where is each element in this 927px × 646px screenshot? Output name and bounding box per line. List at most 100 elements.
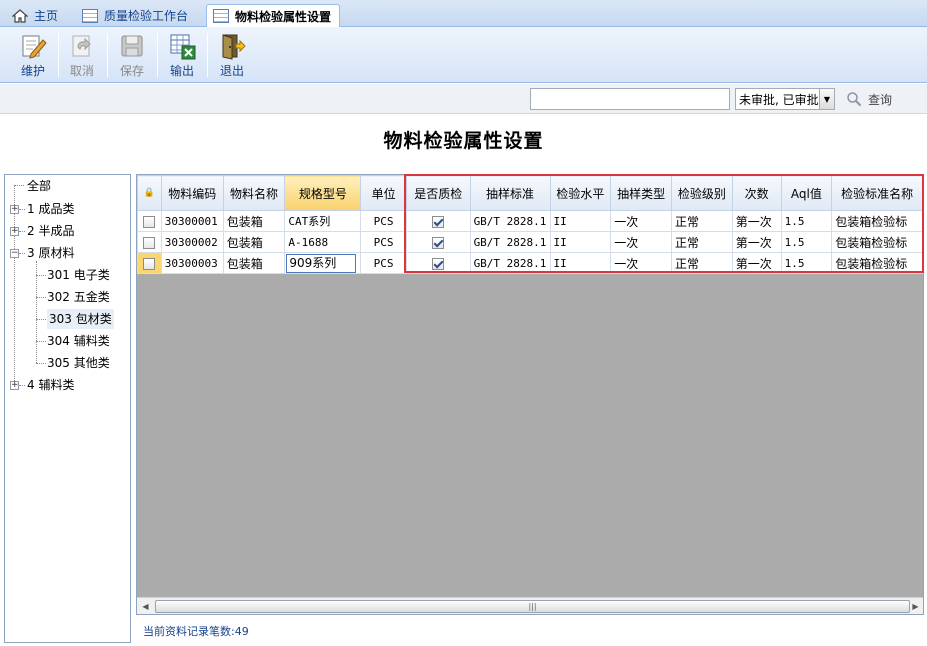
- cell-aql[interactable]: 1.5: [780, 210, 833, 232]
- cell-inspection-level[interactable]: II: [549, 210, 612, 232]
- cell-sampling-standard[interactable]: GB/T 2828.1: [469, 252, 551, 274]
- cell-times[interactable]: 第一次: [731, 231, 782, 253]
- cell-aql[interactable]: 1.5: [780, 252, 833, 274]
- cell-sampling-standard[interactable]: GB/T 2828.1: [469, 231, 551, 253]
- tab-quality-workbench[interactable]: 质量检验工作台: [76, 4, 196, 27]
- cell-standard-name[interactable]: 包装箱检验标: [831, 252, 923, 274]
- col-header-times[interactable]: 次数: [731, 175, 782, 211]
- col-header-inspection-grade[interactable]: 检验级别: [671, 175, 733, 211]
- cell-times[interactable]: 第一次: [731, 252, 782, 274]
- cell-standard-name[interactable]: 包装箱检验标: [831, 231, 923, 253]
- col-header-inspection-level[interactable]: 检验水平: [549, 175, 612, 211]
- cell-sampling-type[interactable]: 一次: [610, 252, 673, 274]
- query-button[interactable]: 查询: [846, 89, 892, 109]
- grid-header-row: 🔒 物料编码 物料名称 规格型号 单位 是否质检 抽样标准 检验水平 抽样类型 …: [137, 175, 923, 211]
- cell-qc-checkbox[interactable]: [405, 252, 471, 274]
- cell-code[interactable]: 30300003: [160, 252, 224, 274]
- spec-edit-input[interactable]: 909系列: [286, 253, 357, 273]
- toolbar: 维护 取消 保存 输出 退出: [0, 27, 927, 83]
- cancel-button[interactable]: 取消: [59, 30, 105, 80]
- tree-node-auxiliary[interactable]: 4 辅料类: [27, 375, 74, 395]
- tree-node-302[interactable]: 302 五金类: [47, 287, 110, 307]
- cell-unit[interactable]: PCS: [360, 231, 407, 253]
- col-header-standard-name[interactable]: 检验标准名称: [831, 175, 923, 211]
- cell-standard-name[interactable]: 包装箱检验标: [831, 210, 923, 232]
- expand-plus-icon[interactable]: +: [10, 227, 19, 236]
- export-label: 输出: [169, 64, 194, 78]
- row-select-checkbox[interactable]: [137, 210, 162, 232]
- tree-node-raw-materials[interactable]: 3 原材料: [27, 243, 74, 263]
- approval-status-select[interactable]: 未审批, 已审批 ▼: [735, 88, 835, 110]
- col-header-sampling-standard[interactable]: 抽样标准: [469, 175, 551, 211]
- save-icon: [121, 35, 143, 57]
- cell-name[interactable]: 包装箱: [222, 210, 286, 232]
- table-row[interactable]: 30300002 包装箱 A-1688 PCS GB/T 2828.1 II 一…: [137, 231, 923, 253]
- tree-node-finished-goods[interactable]: 1 成品类: [27, 199, 74, 219]
- cell-unit[interactable]: PCS: [360, 210, 407, 232]
- tree-node-301[interactable]: 301 电子类: [47, 265, 110, 285]
- exit-button[interactable]: 退出: [209, 30, 255, 80]
- save-button[interactable]: 保存: [109, 30, 155, 80]
- row-select-checkbox[interactable]: [137, 252, 162, 274]
- cell-spec[interactable]: A-1688: [284, 231, 362, 253]
- col-header-name[interactable]: 物料名称: [222, 175, 286, 211]
- tree-node-semi-finished[interactable]: 2 半成品: [27, 221, 74, 241]
- grid-table: 🔒 物料编码 物料名称 规格型号 单位 是否质检 抽样标准 检验水平 抽样类型 …: [137, 175, 923, 274]
- tree-node-303[interactable]: 303 包材类: [47, 309, 114, 329]
- tree-node-305[interactable]: 305 其他类: [47, 353, 110, 373]
- maintain-button[interactable]: 维护: [10, 30, 56, 80]
- table-row[interactable]: 30300001 包装箱 CAT系列 PCS GB/T 2828.1 II 一次…: [137, 210, 923, 232]
- cell-sampling-standard[interactable]: GB/T 2828.1: [469, 210, 551, 232]
- row-select-checkbox[interactable]: [137, 231, 162, 253]
- cell-aql[interactable]: 1.5: [780, 231, 833, 253]
- col-header-sampling-type[interactable]: 抽样类型: [610, 175, 673, 211]
- cell-spec[interactable]: CAT系列: [284, 210, 362, 232]
- col-header-unit[interactable]: 单位: [360, 175, 407, 211]
- cell-inspection-grade[interactable]: 正常: [671, 210, 733, 232]
- checkbox-checked-icon[interactable]: [432, 215, 445, 228]
- tab-home[interactable]: 主页: [6, 4, 66, 27]
- cell-unit[interactable]: PCS: [360, 252, 407, 274]
- cell-sampling-type[interactable]: 一次: [610, 231, 673, 253]
- table-row[interactable]: 30300003 包装箱 909系列 PCS GB/T 2828.1 II 一次…: [137, 252, 923, 274]
- cell-inspection-grade[interactable]: 正常: [671, 252, 733, 274]
- cell-inspection-level[interactable]: II: [549, 252, 612, 274]
- cell-qc-checkbox[interactable]: [405, 210, 471, 232]
- col-header-qc[interactable]: 是否质检: [405, 175, 471, 211]
- checkbox-checked-icon[interactable]: [432, 236, 445, 249]
- cell-code[interactable]: 30300001: [160, 210, 224, 232]
- toolbar-divider: [207, 33, 208, 77]
- grid-icon: [82, 8, 98, 23]
- cell-name[interactable]: 包装箱: [222, 231, 286, 253]
- expand-plus-icon[interactable]: +: [10, 381, 19, 390]
- search-icon: [847, 92, 862, 107]
- col-header-aql[interactable]: Aql值: [780, 175, 833, 211]
- col-header-code[interactable]: 物料编码: [160, 175, 224, 211]
- cell-inspection-grade[interactable]: 正常: [671, 231, 733, 253]
- tree-node-304[interactable]: 304 辅料类: [47, 331, 110, 351]
- horizontal-scrollbar[interactable]: ◀ ||| ▶: [137, 597, 923, 614]
- checkbox-checked-icon[interactable]: [432, 257, 445, 270]
- col-header-spec[interactable]: 规格型号: [284, 175, 362, 211]
- grid-icon: [213, 9, 229, 23]
- export-button[interactable]: 输出: [159, 30, 205, 80]
- cell-spec-editing[interactable]: 909系列: [284, 252, 362, 274]
- cell-code[interactable]: 30300002: [160, 231, 224, 253]
- cell-times[interactable]: 第一次: [731, 210, 782, 232]
- cell-qc-checkbox[interactable]: [405, 231, 471, 253]
- tab-material-inspection[interactable]: 物料检验属性设置: [206, 4, 341, 27]
- chevron-down-icon[interactable]: ▼: [819, 89, 834, 109]
- scroll-left-icon[interactable]: ◀: [139, 600, 152, 613]
- cell-inspection-level[interactable]: II: [549, 231, 612, 253]
- expand-plus-icon[interactable]: +: [10, 205, 19, 214]
- query-label: 查询: [868, 92, 893, 107]
- search-bar: 未审批, 已审批 ▼ 查询: [0, 84, 927, 114]
- tree-node-root[interactable]: 全部: [27, 176, 51, 196]
- scroll-right-icon[interactable]: ▶: [909, 600, 922, 613]
- search-input[interactable]: [530, 88, 730, 110]
- cell-name[interactable]: 包装箱: [222, 252, 286, 274]
- collapse-minus-icon[interactable]: −: [10, 249, 19, 258]
- cell-sampling-type[interactable]: 一次: [610, 210, 673, 232]
- undo-icon: [72, 35, 91, 57]
- scrollbar-thumb[interactable]: |||: [155, 600, 910, 613]
